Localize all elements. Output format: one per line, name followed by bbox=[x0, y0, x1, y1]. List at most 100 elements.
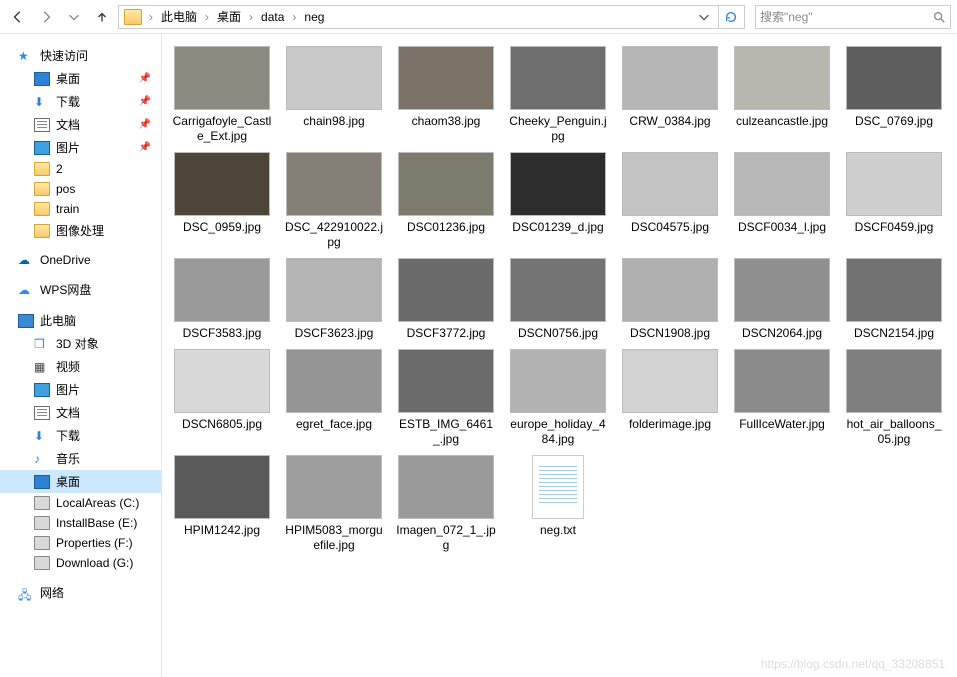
sidebar-item-label: LocalAreas (C:) bbox=[56, 496, 139, 510]
up-button[interactable] bbox=[90, 5, 114, 29]
file-item[interactable]: DSCN0756.jpg bbox=[508, 258, 608, 341]
file-item[interactable]: DSC01239_d.jpg bbox=[508, 152, 608, 250]
image-thumbnail bbox=[734, 46, 830, 110]
breadcrumb[interactable]: › 此电脑 › 桌面 › data › neg bbox=[118, 5, 745, 29]
file-item[interactable]: ESTB_IMG_6461_.jpg bbox=[396, 349, 496, 447]
sidebar-quick-access[interactable]: ★ 快速访问 bbox=[0, 44, 161, 67]
sidebar-item[interactable]: 桌面 bbox=[0, 470, 161, 493]
chevron-right-icon[interactable]: › bbox=[147, 10, 155, 24]
file-item[interactable]: DSC_0769.jpg bbox=[844, 46, 944, 144]
file-item[interactable]: DSCF3772.jpg bbox=[396, 258, 496, 341]
sidebar-item[interactable]: ♪音乐 bbox=[0, 447, 161, 470]
sidebar-item[interactable]: 图片 bbox=[0, 378, 161, 401]
crumb[interactable]: neg bbox=[300, 6, 328, 28]
drive-icon bbox=[34, 516, 50, 530]
file-item[interactable]: DSCF3583.jpg bbox=[172, 258, 272, 341]
image-thumbnail bbox=[286, 46, 382, 110]
search-input[interactable]: 搜索"neg" bbox=[755, 5, 951, 29]
sidebar-item[interactable]: 2 bbox=[0, 159, 161, 179]
back-button[interactable] bbox=[6, 5, 30, 29]
crumb[interactable]: 桌面 bbox=[213, 6, 245, 28]
sidebar-item[interactable]: 桌面📌 bbox=[0, 67, 161, 90]
sidebar-item[interactable]: Download (G:) bbox=[0, 553, 161, 573]
file-name: DSCN6805.jpg bbox=[182, 417, 262, 432]
image-thumbnail bbox=[286, 349, 382, 413]
sidebar-item[interactable]: InstallBase (E:) bbox=[0, 513, 161, 533]
sidebar-item[interactable]: 文档📌 bbox=[0, 113, 161, 136]
file-name: DSCF0459.jpg bbox=[855, 220, 934, 235]
sidebar-item[interactable]: LocalAreas (C:) bbox=[0, 493, 161, 513]
watermark: https://blog.csdn.net/qq_33208851 bbox=[761, 657, 945, 671]
sidebar-item[interactable]: Properties (F:) bbox=[0, 533, 161, 553]
sidebar-item[interactable]: 图像处理 bbox=[0, 219, 161, 242]
file-item[interactable]: FullIceWater.jpg bbox=[732, 349, 832, 447]
file-item[interactable]: HPIM5083_morguefile.jpg bbox=[284, 455, 384, 553]
sidebar-item[interactable]: train bbox=[0, 199, 161, 219]
refresh-button[interactable] bbox=[718, 5, 742, 29]
file-item[interactable]: DSC_0959.jpg bbox=[172, 152, 272, 250]
file-item[interactable]: DSCF0034_l.jpg bbox=[732, 152, 832, 250]
desktop-icon bbox=[34, 475, 50, 489]
file-item[interactable]: folderimage.jpg bbox=[620, 349, 720, 447]
sidebar-item[interactable]: 文档 bbox=[0, 401, 161, 424]
file-name: Carrigafoyle_Castle_Ext.jpg bbox=[172, 114, 272, 144]
sidebar-wps[interactable]: ☁ WPS网盘 bbox=[0, 278, 161, 301]
sidebar-network[interactable]: 🖧 网络 bbox=[0, 581, 161, 604]
file-item[interactable]: DSCN2064.jpg bbox=[732, 258, 832, 341]
file-item[interactable]: europe_holiday_484.jpg bbox=[508, 349, 608, 447]
sidebar-item[interactable]: pos bbox=[0, 179, 161, 199]
sidebar-item[interactable]: ❒3D 对象 bbox=[0, 332, 161, 355]
file-item[interactable]: DSCF0459.jpg bbox=[844, 152, 944, 250]
sidebar-item[interactable]: 图片📌 bbox=[0, 136, 161, 159]
file-name: DSC04575.jpg bbox=[631, 220, 709, 235]
image-thumbnail bbox=[398, 349, 494, 413]
file-item[interactable]: hot_air_balloons_05.jpg bbox=[844, 349, 944, 447]
file-item[interactable]: DSC01236.jpg bbox=[396, 152, 496, 250]
file-item[interactable]: DSCN1908.jpg bbox=[620, 258, 720, 341]
crumb[interactable]: data bbox=[257, 6, 288, 28]
file-item[interactable]: chaom38.jpg bbox=[396, 46, 496, 144]
file-item[interactable]: culzeancastle.jpg bbox=[732, 46, 832, 144]
image-thumbnail bbox=[846, 152, 942, 216]
sidebar-item-label: 3D 对象 bbox=[56, 335, 99, 352]
file-name: DSC01236.jpg bbox=[407, 220, 485, 235]
file-name: hot_air_balloons_05.jpg bbox=[844, 417, 944, 447]
file-name: DSCF0034_l.jpg bbox=[738, 220, 826, 235]
file-item[interactable]: neg.txt bbox=[508, 455, 608, 553]
crumb[interactable]: 此电脑 bbox=[157, 6, 201, 28]
file-item[interactable]: Imagen_072_1_.jpg bbox=[396, 455, 496, 553]
image-thumbnail bbox=[174, 349, 270, 413]
file-item[interactable]: HPIM1242.jpg bbox=[172, 455, 272, 553]
file-item[interactable]: chain98.jpg bbox=[284, 46, 384, 144]
sidebar-this-pc[interactable]: 此电脑 bbox=[0, 309, 161, 332]
file-item[interactable]: CRW_0384.jpg bbox=[620, 46, 720, 144]
sidebar-onedrive[interactable]: ☁ OneDrive bbox=[0, 250, 161, 270]
file-item[interactable]: DSC04575.jpg bbox=[620, 152, 720, 250]
network-icon: 🖧 bbox=[18, 586, 34, 600]
sidebar-item[interactable]: ⬇下载📌 bbox=[0, 90, 161, 113]
star-icon: ★ bbox=[18, 49, 34, 63]
image-thumbnail bbox=[398, 455, 494, 519]
recent-dropdown[interactable] bbox=[62, 5, 86, 29]
pc-icon bbox=[18, 314, 34, 328]
file-item[interactable]: DSC_422910022.jpg bbox=[284, 152, 384, 250]
file-item[interactable]: egret_face.jpg bbox=[284, 349, 384, 447]
file-item[interactable]: DSCN6805.jpg bbox=[172, 349, 272, 447]
file-name: DSCN2154.jpg bbox=[854, 326, 934, 341]
sidebar-item[interactable]: ⬇下载 bbox=[0, 424, 161, 447]
image-thumbnail bbox=[846, 46, 942, 110]
file-item[interactable]: DSCF3623.jpg bbox=[284, 258, 384, 341]
image-thumbnail bbox=[174, 258, 270, 322]
file-name: Imagen_072_1_.jpg bbox=[396, 523, 496, 553]
file-item[interactable]: Carrigafoyle_Castle_Ext.jpg bbox=[172, 46, 272, 144]
file-item[interactable]: Cheeky_Penguin.jpg bbox=[508, 46, 608, 144]
file-name: DSC_422910022.jpg bbox=[284, 220, 384, 250]
dropdown-button[interactable] bbox=[692, 5, 716, 29]
sidebar-item-label: 桌面 bbox=[56, 473, 80, 490]
folder-icon bbox=[34, 224, 50, 238]
sidebar-item-label: Properties (F:) bbox=[56, 536, 133, 550]
file-item[interactable]: DSCN2154.jpg bbox=[844, 258, 944, 341]
sidebar-item[interactable]: ▦视频 bbox=[0, 355, 161, 378]
pic-icon bbox=[34, 383, 50, 397]
forward-button[interactable] bbox=[34, 5, 58, 29]
